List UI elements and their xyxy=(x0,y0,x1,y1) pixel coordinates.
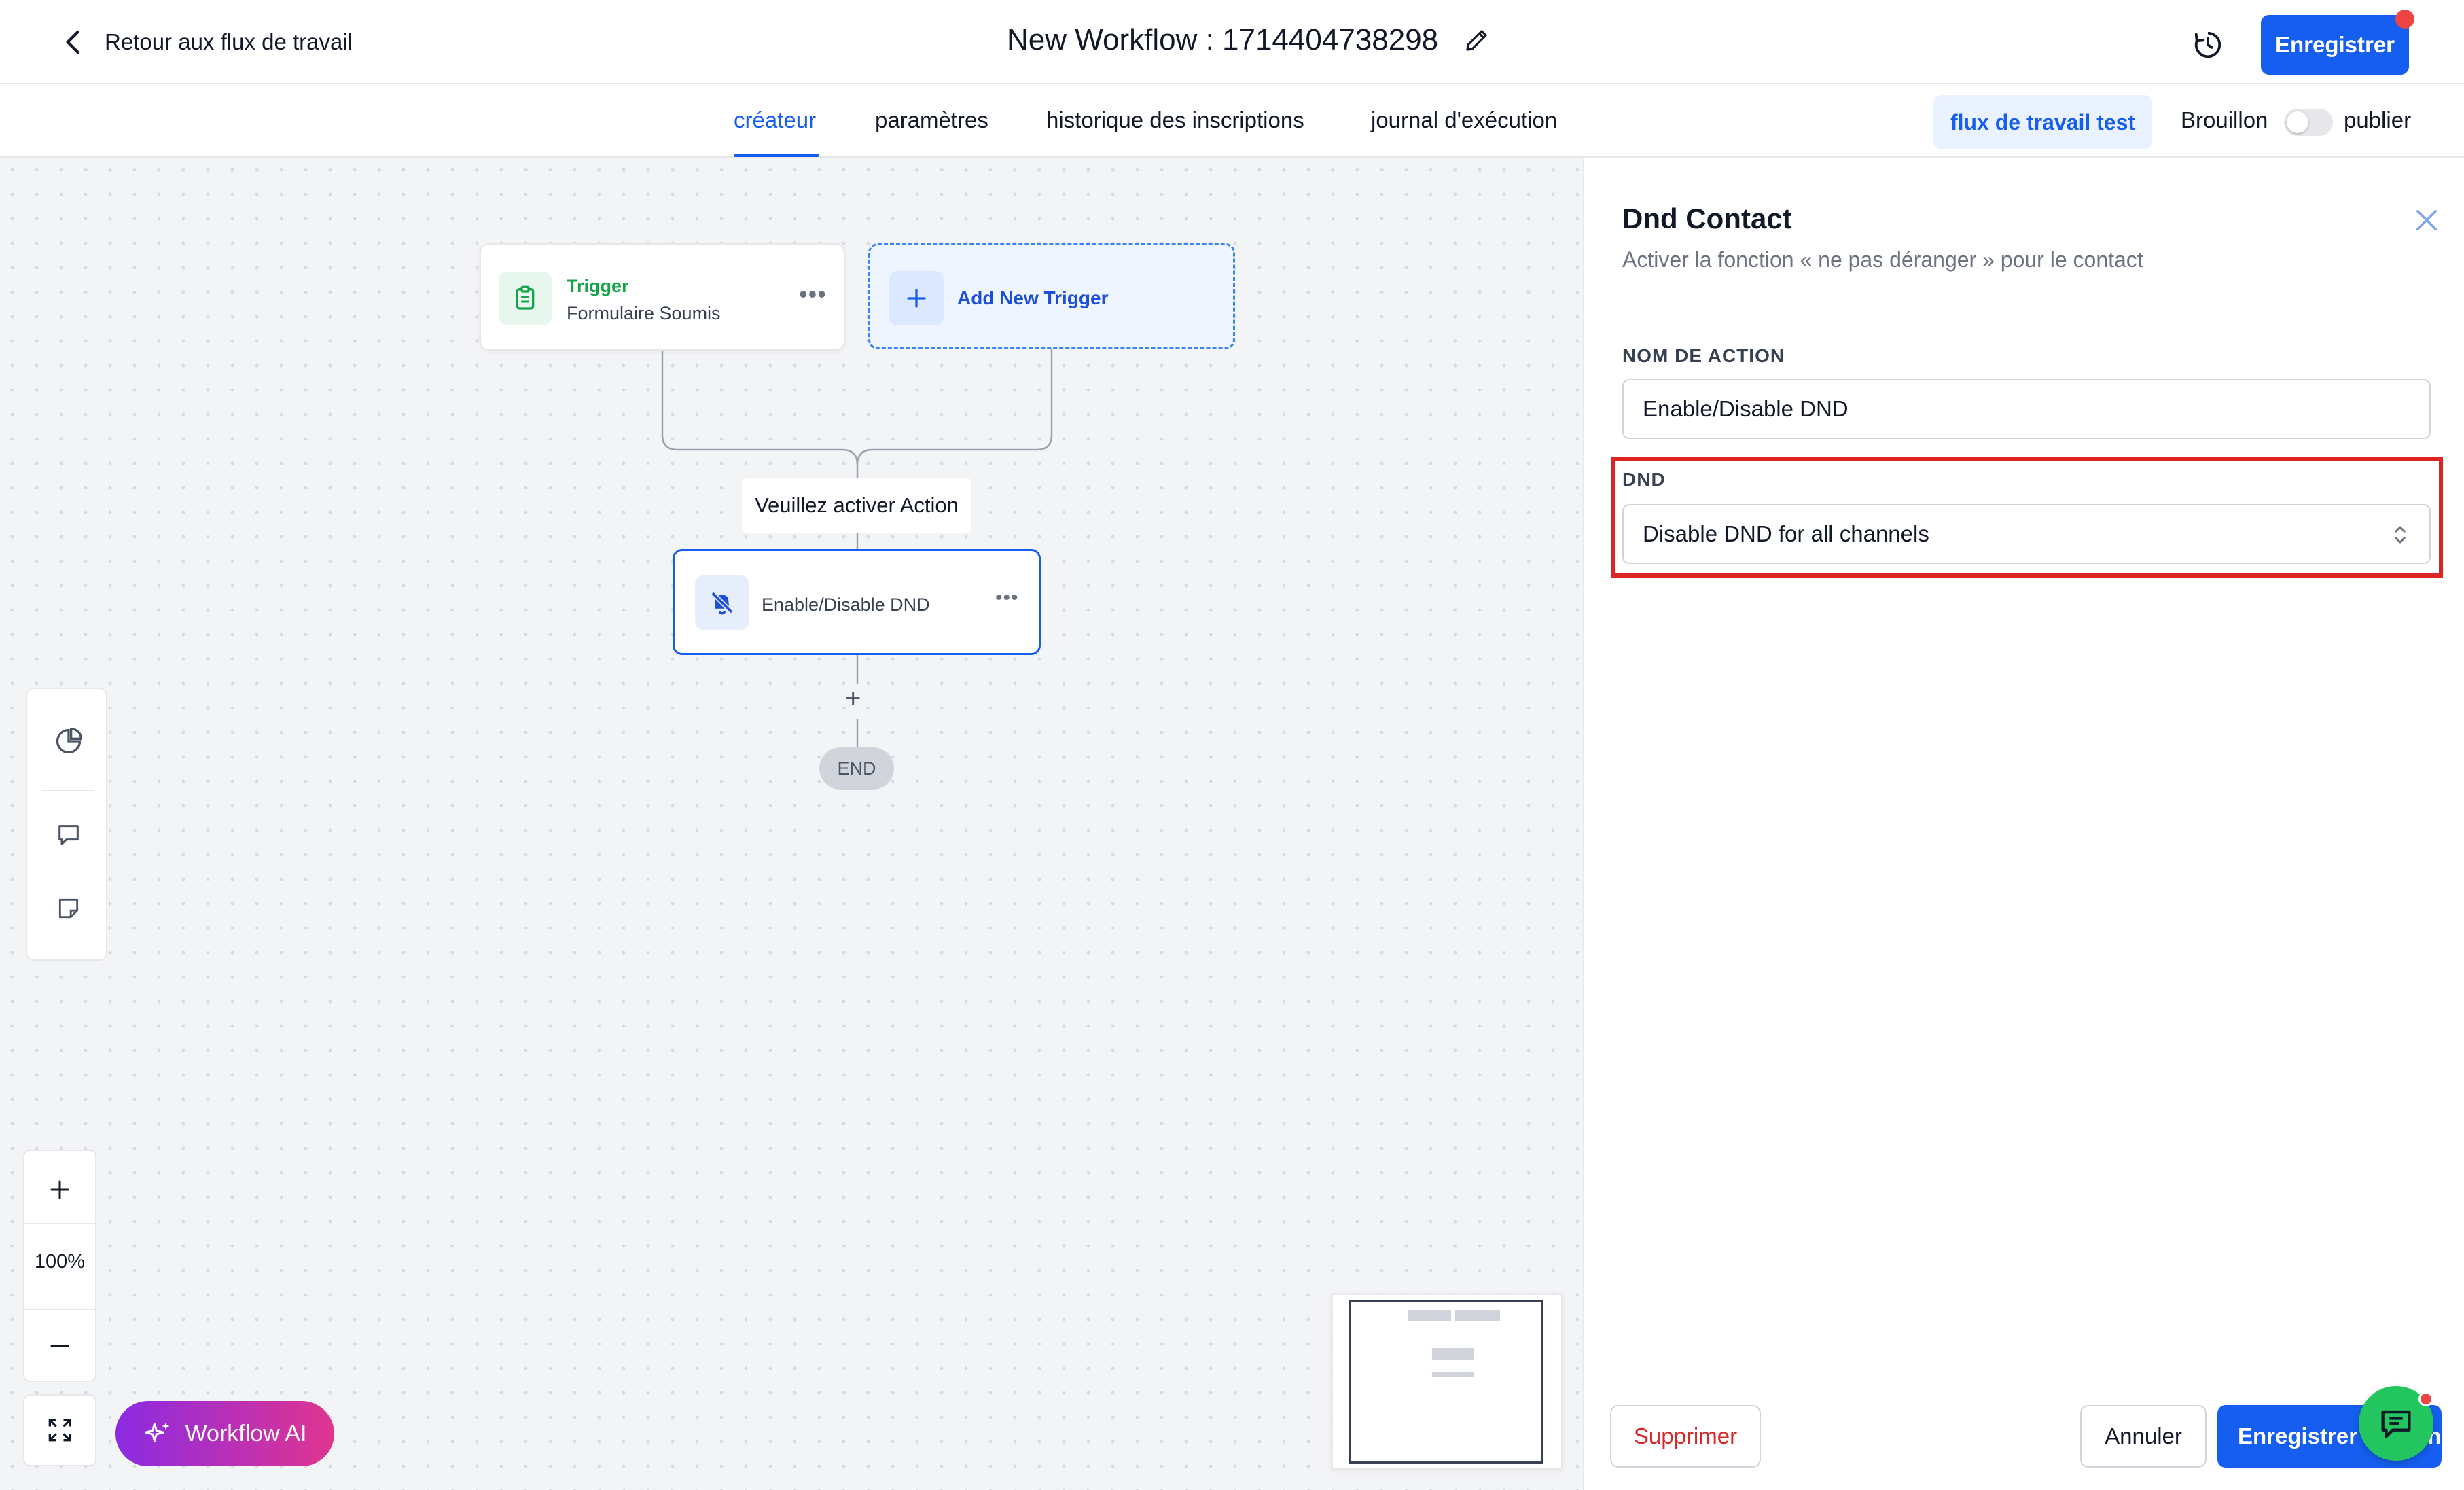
publish-label: publier xyxy=(2344,107,2412,132)
pie-chart-icon[interactable] xyxy=(53,726,84,757)
zoom-divider xyxy=(24,1309,95,1310)
save-button[interactable]: Enregistrer xyxy=(2261,15,2409,75)
minimap-viewport xyxy=(1349,1300,1543,1464)
close-panel-button[interactable] xyxy=(2409,202,2444,238)
action-settings-panel: Dnd Contact Activer la fonction « ne pas… xyxy=(1583,158,2464,1490)
dnd-selected-value: Disable DND for all channels xyxy=(1643,521,1929,546)
edit-pencil-icon[interactable] xyxy=(1463,26,1491,54)
more-options-icon[interactable]: ••• xyxy=(799,280,827,308)
activate-action-label: Veuillez activer Action xyxy=(742,478,971,533)
action-node-label: Enable/Disable DND xyxy=(762,595,930,615)
zoom-divider xyxy=(24,1223,95,1224)
action-node-dnd[interactable]: Enable/Disable DND ••• xyxy=(673,549,1041,655)
active-tab-indicator xyxy=(734,154,819,157)
action-name-label: NOM DE ACTION xyxy=(1622,345,1785,366)
tab-createur[interactable]: créateur xyxy=(734,107,816,133)
workflow-canvas[interactable] xyxy=(0,158,1583,1490)
test-workflow-button[interactable]: flux de travail test xyxy=(1933,95,2152,149)
workflow-ai-label: Workflow AI xyxy=(185,1420,307,1447)
workflow-title: New Workflow : 1714404738298 xyxy=(1007,23,1491,57)
end-node: END xyxy=(819,747,894,790)
dnd-select[interactable]: Disable DND for all channels xyxy=(1622,504,2431,564)
add-step-plus-icon[interactable]: + xyxy=(845,684,861,714)
zoom-controls: 100% xyxy=(23,1150,96,1382)
workflow-title-text: New Workflow : 1714404738298 xyxy=(1007,23,1439,56)
bell-off-icon xyxy=(695,575,749,630)
sparkles-icon xyxy=(144,1422,170,1442)
minimap-node xyxy=(1455,1310,1500,1321)
action-name-input[interactable] xyxy=(1622,379,2431,439)
tab-historique[interactable]: historique des inscriptions xyxy=(1046,107,1304,133)
more-options-icon[interactable]: ••• xyxy=(995,586,1019,609)
minus-icon xyxy=(50,1345,69,1347)
chat-notification-dot xyxy=(2418,1391,2433,1406)
minimap-node xyxy=(1432,1348,1474,1360)
publish-toggle[interactable] xyxy=(2284,109,2333,136)
minimap[interactable] xyxy=(1332,1294,1563,1469)
draft-label: Brouillon xyxy=(2181,107,2268,132)
history-button[interactable] xyxy=(2189,26,2227,64)
workflow-ai-button[interactable]: Workflow AI xyxy=(115,1401,334,1466)
trigger-title: Trigger xyxy=(567,276,629,296)
fit-view-button[interactable] xyxy=(23,1394,96,1466)
trigger-subtitle: Formulaire Soumis xyxy=(567,303,721,323)
toggle-knob xyxy=(2287,111,2308,133)
delete-action-button[interactable]: Supprimer xyxy=(1610,1405,1761,1468)
minimap-node xyxy=(1432,1372,1474,1377)
expand-icon xyxy=(48,1419,71,1442)
close-icon xyxy=(2416,210,2437,230)
back-label: Retour aux flux de travail xyxy=(105,29,353,54)
tools-divider xyxy=(42,790,94,791)
tab-parametres[interactable]: paramètres xyxy=(875,107,988,133)
chevron-up-down-icon xyxy=(2395,526,2406,544)
sticky-note-icon[interactable] xyxy=(53,893,84,924)
tab-journal[interactable]: journal d'exécution xyxy=(1371,107,1557,133)
top-bar: Retour aux flux de travail New Workflow … xyxy=(0,0,2464,84)
minimap-node xyxy=(1408,1310,1451,1321)
chevron-left-icon xyxy=(66,30,79,54)
add-new-trigger-node[interactable]: Add New Trigger xyxy=(868,243,1235,349)
panel-title: Dnd Contact xyxy=(1622,202,1792,234)
add-trigger-label: Add New Trigger xyxy=(957,287,1109,308)
trigger-node[interactable]: Trigger Formulaire Soumis ••• xyxy=(480,243,845,351)
chat-icon xyxy=(2381,1410,2411,1438)
comment-icon[interactable] xyxy=(53,819,84,851)
zoom-out-button[interactable] xyxy=(24,1322,95,1370)
canvas-tools-panel xyxy=(26,688,107,961)
plus-icon xyxy=(889,271,944,325)
back-to-workflows-link[interactable]: Retour aux flux de travail xyxy=(60,26,353,58)
history-clock-icon xyxy=(2194,31,2221,58)
notification-dot xyxy=(2395,10,2414,29)
zoom-in-button[interactable] xyxy=(24,1166,95,1213)
zoom-level: 100% xyxy=(34,1250,86,1273)
plus-icon xyxy=(50,1180,69,1199)
tabs-bar: créateur paramètres historique des inscr… xyxy=(0,84,2464,158)
cancel-button[interactable]: Annuler xyxy=(2080,1405,2207,1468)
panel-subtitle: Activer la fonction « ne pas déranger » … xyxy=(1622,247,2143,272)
clipboard-icon xyxy=(499,272,552,325)
